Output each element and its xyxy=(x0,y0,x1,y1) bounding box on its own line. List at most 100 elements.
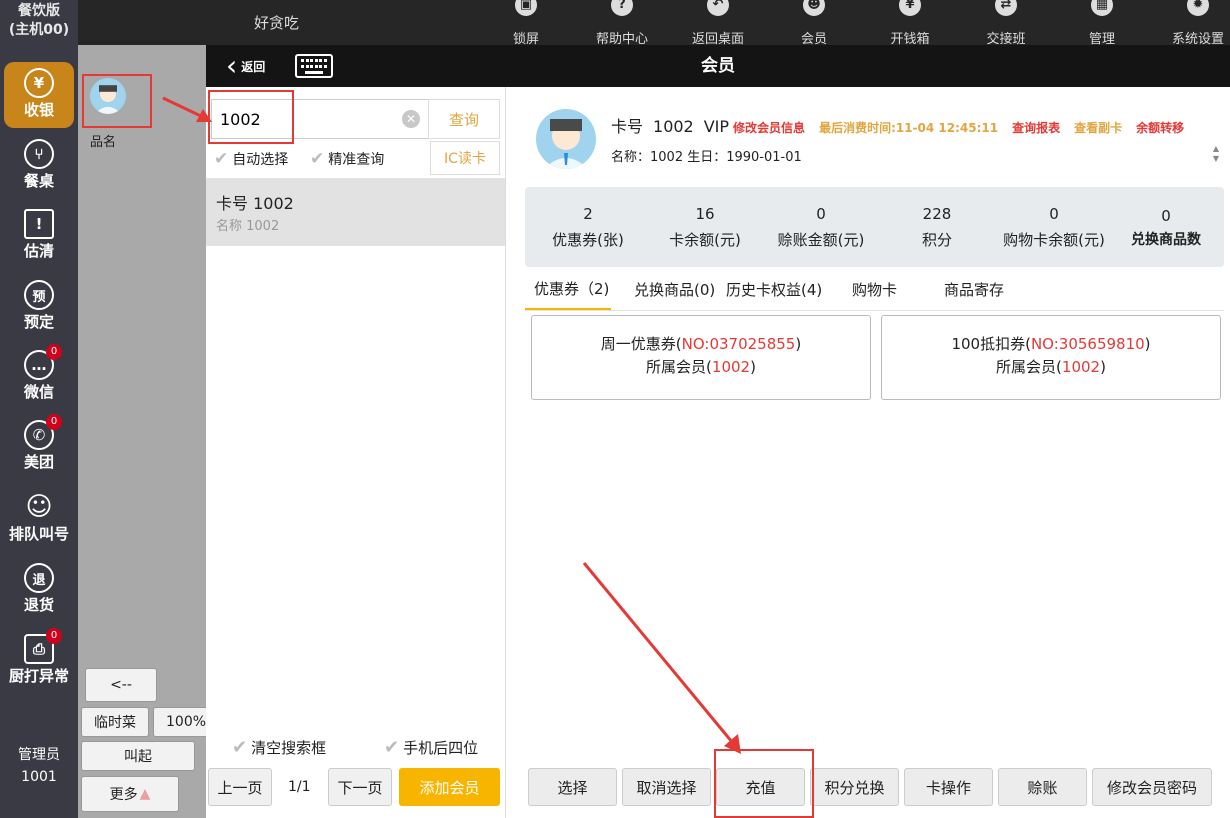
search-input[interactable] xyxy=(211,99,429,139)
meituan-badge: 0 xyxy=(46,414,62,430)
add-member-button[interactable]: 添加会员 xyxy=(399,768,500,806)
more-button[interactable]: 更多 ▲ xyxy=(81,776,179,812)
query-button[interactable]: 查询 xyxy=(428,99,500,139)
back-button[interactable]: ‹ 返回 xyxy=(226,52,265,80)
query-report-link[interactable]: 查询报表 xyxy=(1012,119,1060,136)
check-icon: ✔ xyxy=(214,149,229,169)
member-level: VIP xyxy=(703,117,730,136)
member-card-no: 1002 xyxy=(653,117,694,136)
brand: 餐饮版 (主机00) xyxy=(8,3,70,38)
check-icon: ✔ xyxy=(232,737,248,758)
modal-title: 会员 xyxy=(701,56,735,76)
member-search-panel: ✕ 查询 ✔自动选择 ✔精准查询 IC读卡 卡号 1002 名称 1002 ✔清… xyxy=(206,87,506,818)
manager-info: 管理员 1001 xyxy=(18,747,60,785)
help-icon: ? xyxy=(611,0,633,16)
help-button[interactable]: ? 帮助中心 xyxy=(582,0,662,47)
coupon-card[interactable]: 100抵扣券(NO:305659810) 所属会员(1002) xyxy=(881,315,1221,400)
tab-coupons[interactable]: 优惠券（2) xyxy=(534,278,609,299)
change-password-button[interactable]: 修改会员密码 xyxy=(1092,768,1212,806)
edit-member-link[interactable]: 修改会员信息 xyxy=(733,119,805,136)
select-button[interactable]: 选择 xyxy=(528,768,617,806)
balance-transfer-link[interactable]: 余额转移 xyxy=(1136,119,1184,136)
modal-header: 会员 ‹ 返回 xyxy=(206,45,1230,87)
sidebar-item-kitchen-error[interactable]: ⎙ 0 厨打异常 xyxy=(0,628,78,694)
shift-icon: ⇄ xyxy=(995,0,1017,16)
manage-button[interactable]: ▦ 管理 xyxy=(1062,0,1142,47)
stat-shopping-card: 0 购物卡余额(元) xyxy=(1003,205,1105,249)
check-icon: ✔ xyxy=(384,737,400,758)
page-indicator: 1/1 xyxy=(288,779,311,795)
sidebar-item-tables[interactable]: ⑂ 餐桌 xyxy=(0,133,78,199)
member-stats: 2 优惠券(张) 16 卡余额(元) 0 赊账金额(元) 228 积分 0 购物卡余额(元… xyxy=(525,187,1224,267)
sidebar-item-soldout[interactable]: ! 估清 xyxy=(0,203,78,269)
prev-arrow-button[interactable]: <-- xyxy=(85,668,157,702)
member-button[interactable]: ☻ 会员 xyxy=(774,0,854,47)
member-modal: 会员 ‹返回 ✕ 查询 ✔自动选择 ✔精准查询 IC读卡 卡号 1002 名称 … xyxy=(206,45,1230,818)
member-avatar xyxy=(536,109,596,169)
check-icon: ✔ xyxy=(310,149,325,169)
meituan-icon: ✆ 0 xyxy=(24,414,62,450)
member-list-item[interactable]: 卡号 1002 名称 1002 xyxy=(206,178,505,246)
keyboard-icon[interactable] xyxy=(295,54,333,78)
last-consume-time: 最后消费时间:11-04 12:45:11 xyxy=(819,121,999,135)
undo-icon: ↶ xyxy=(707,0,729,16)
tab-goods-deposit[interactable]: 商品寄存 xyxy=(944,279,1004,300)
tab-exchange-goods[interactable]: 兑换商品(0) xyxy=(634,279,715,300)
next-page-button[interactable]: 下一页 xyxy=(328,768,392,806)
return-desktop-button[interactable]: ↶ 返回桌面 xyxy=(678,0,758,47)
member-name-birthday: 名称：1002 生日：1990-01-01 xyxy=(611,150,802,165)
sidebar: 餐饮版 (主机00) ¥ 收银 ⑂ 餐桌 ! 估清 预 预定 … 0 微信 ✆ … xyxy=(0,0,78,818)
product-item-highlight[interactable] xyxy=(82,74,152,128)
clear-search-checkbox[interactable]: ✔ 清空搜索框 xyxy=(232,737,326,758)
call-up-button[interactable]: 叫起 xyxy=(81,741,195,771)
stat-exchange-goods: 0 兑换商品数 xyxy=(1131,207,1201,248)
sidebar-item-queue[interactable]: ☺ 排队叫号 xyxy=(0,486,78,552)
member-list-card: 卡号 1002 xyxy=(216,194,294,213)
exact-query-checkbox[interactable]: ✔ 精准查询 xyxy=(310,149,384,169)
phone-last4-checkbox[interactable]: ✔ 手机后四位 xyxy=(384,737,478,758)
stat-points: 228 积分 xyxy=(921,205,952,249)
settings-button[interactable]: ✹ 系统设置 xyxy=(1158,0,1230,47)
shift-button[interactable]: ⇄ 交接班 xyxy=(966,0,1046,47)
stat-credit: 0 赊账金额(元) xyxy=(777,205,865,249)
sidebar-item-cashier[interactable]: ¥ 收银 xyxy=(4,62,74,128)
coupon-card[interactable]: 周一优惠券(NO:037025855) 所属会员(1002) xyxy=(531,315,871,400)
tab-shopping-card[interactable]: 购物卡 xyxy=(852,279,897,300)
gear-icon: ✹ xyxy=(1187,0,1209,16)
clear-icon[interactable]: ✕ xyxy=(402,110,420,128)
sidebar-item-return[interactable]: 退 退货 xyxy=(0,557,78,623)
percent-button[interactable]: 100% xyxy=(153,707,208,737)
printer-icon: ⎙ 0 xyxy=(24,628,62,664)
lock-icon: ▣ xyxy=(515,0,537,16)
temp-dish-button[interactable]: 临时菜 xyxy=(81,707,149,737)
chevron-left-icon: ‹ xyxy=(226,49,238,82)
top-bar: 好贪吃 ▣ 锁屏 ? 帮助中心 ↶ 返回桌面 ☻ 会员 ¥ 开钱箱 ⇄ 交接班 ▦ 管理 ✹ 系… xyxy=(78,0,1230,47)
tab-history-benefits[interactable]: 历史卡权益(4) xyxy=(726,279,822,300)
queue-icon: ☺ xyxy=(25,492,53,522)
auto-select-checkbox[interactable]: ✔ 自动选择 xyxy=(214,149,288,169)
lock-button[interactable]: ▣ 锁屏 xyxy=(486,0,566,47)
kitchen-badge: 0 xyxy=(46,628,62,644)
return-icon: 退 xyxy=(24,563,54,593)
view-sub-card-link[interactable]: 查看副卡 xyxy=(1074,119,1122,136)
wechat-badge: 0 xyxy=(46,344,62,360)
cancel-select-button[interactable]: 取消选择 xyxy=(622,768,711,806)
scroll-spinner[interactable]: ▲ ▼ xyxy=(1209,144,1223,166)
warning-icon: ! xyxy=(24,209,54,239)
cashbox-icon: ¥ xyxy=(899,0,921,16)
card-operation-button[interactable]: 卡操作 xyxy=(904,768,993,806)
sidebar-item-meituan[interactable]: ✆ 0 美团 xyxy=(0,414,78,480)
points-exchange-button[interactable]: 积分兑换 xyxy=(810,768,899,806)
ic-card-button[interactable]: IC读卡 xyxy=(430,141,500,175)
shop-name: 好贪吃 xyxy=(254,14,300,32)
yuan-icon: ¥ xyxy=(24,68,54,98)
sidebar-item-wechat[interactable]: … 0 微信 xyxy=(0,344,78,410)
background-panel xyxy=(78,45,208,818)
stat-balance: 16 卡余额(元) xyxy=(669,205,741,249)
member-card-line: 卡号 1002 VIP 修改会员信息 最后消费时间:11-04 12:45:11… xyxy=(611,117,1185,136)
recharge-button[interactable]: 充值 xyxy=(716,768,805,806)
cashbox-button[interactable]: ¥ 开钱箱 xyxy=(870,0,950,47)
prev-page-button[interactable]: 上一页 xyxy=(208,768,272,806)
credit-button[interactable]: 赊账 xyxy=(998,768,1087,806)
sidebar-item-reserve[interactable]: 预 预定 xyxy=(0,274,78,340)
